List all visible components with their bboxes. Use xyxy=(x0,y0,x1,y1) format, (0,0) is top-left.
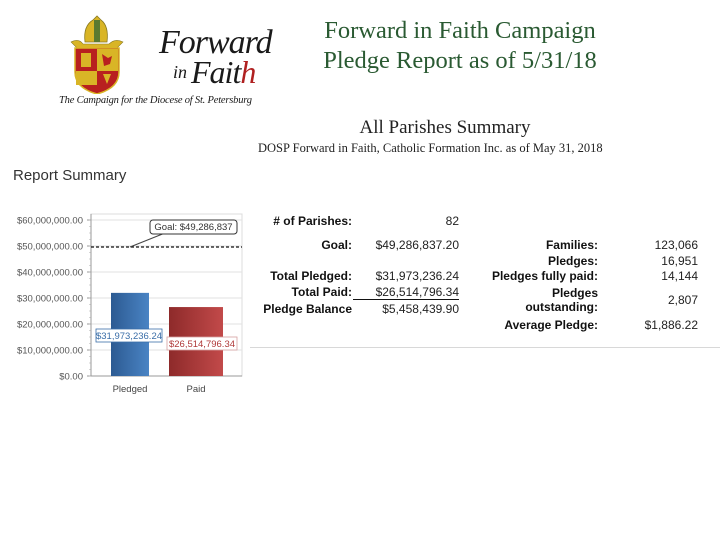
sum-divider xyxy=(353,299,459,300)
summary-title: All Parishes Summary xyxy=(359,117,531,138)
chart-canvas: $0.00 $10,000,000.00 $20,000,000.00 $30,000… xyxy=(17,213,243,395)
stat-value-pledge-balance: $5,458,439.90 xyxy=(382,302,459,316)
page-title-line-2: Pledge Report as of 5/31/18 xyxy=(323,47,597,74)
logo-tagline: The Campaign for the Diocese of St. Pete… xyxy=(59,95,252,106)
stat-label-pledge-balance: Pledge Balance xyxy=(263,302,352,316)
stat-value-goal: $49,286,837.20 xyxy=(375,238,459,252)
stat-label-total-pledged: Total Pledged: xyxy=(270,269,352,283)
y-tick-label: $60,000,000.00 xyxy=(17,216,83,227)
y-tick-label: $10,000,000.00 xyxy=(17,346,83,357)
y-tick-label: $50,000,000.00 xyxy=(17,242,83,253)
logo-faith-text: Fait xyxy=(191,54,241,90)
stat-label-total-paid: Total Paid: xyxy=(291,285,352,299)
stat-value-total-paid: $26,514,796.34 xyxy=(375,285,459,299)
x-category-label: Paid xyxy=(186,384,205,395)
logo-faith-h: h xyxy=(240,54,256,90)
stat-label-average-pledge: Average Pledge: xyxy=(504,318,598,332)
data-label: $31,973,236.24 xyxy=(96,331,162,342)
stat-value-parishes: 82 xyxy=(445,214,459,228)
y-tick-label: $20,000,000.00 xyxy=(17,320,83,331)
stat-value-average-pledge: $1,886.22 xyxy=(644,318,698,332)
stat-label-families: Families: xyxy=(545,238,598,252)
diocese-crest-icon xyxy=(70,15,124,94)
logo-word-in: in xyxy=(173,62,188,82)
page-title-line-1: Forward in Faith Campaign xyxy=(324,17,596,44)
page-title: Forward in Faith Campaign Pledge Report … xyxy=(270,16,650,76)
campaign-logo: Forward in Faith The Campaign for the Di… xyxy=(55,12,305,112)
pledge-bar-chart: $0.00 $10,000,000.00 $20,000,000.00 $30,000… xyxy=(0,200,252,400)
stat-label-pledges-fully-paid: Pledges fully paid: xyxy=(491,269,598,283)
stat-value-total-pledged: $31,973,236.24 xyxy=(375,269,459,283)
stat-label-parishes: # of Parishes: xyxy=(273,214,352,228)
goal-callout-label: Goal: $49,286,837 xyxy=(154,222,232,233)
stat-value-pledges-fully-paid: 14,144 xyxy=(661,269,698,283)
y-tick-label: $40,000,000.00 xyxy=(17,268,83,279)
stat-label-pledges-outstanding-line-2: outstanding: xyxy=(525,300,598,314)
x-category-label: Pledged xyxy=(113,384,148,395)
stat-value-families: 123,066 xyxy=(654,238,698,252)
stat-label-pledges: Pledges: xyxy=(547,254,598,268)
stat-value-pledges-outstanding: 2,807 xyxy=(667,293,698,307)
summary-subtitle: DOSP Forward in Faith, Catholic Formatio… xyxy=(258,141,603,155)
stat-label-pledges-outstanding-line-1: Pledges xyxy=(551,286,598,300)
stat-label-pledges-outstanding: Pledges outstanding: xyxy=(470,286,598,314)
stat-label-goal: Goal: xyxy=(321,238,352,252)
table-bottom-rule xyxy=(250,347,720,348)
data-label: $26,514,796.34 xyxy=(169,339,235,350)
stat-value-pledges: 16,951 xyxy=(661,254,698,268)
logo-word-faith: Faith xyxy=(191,54,256,91)
y-tick-label: $0.00 xyxy=(59,372,83,383)
report-summary-heading: Report Summary xyxy=(13,167,127,184)
y-tick-label: $30,000,000.00 xyxy=(17,294,83,305)
